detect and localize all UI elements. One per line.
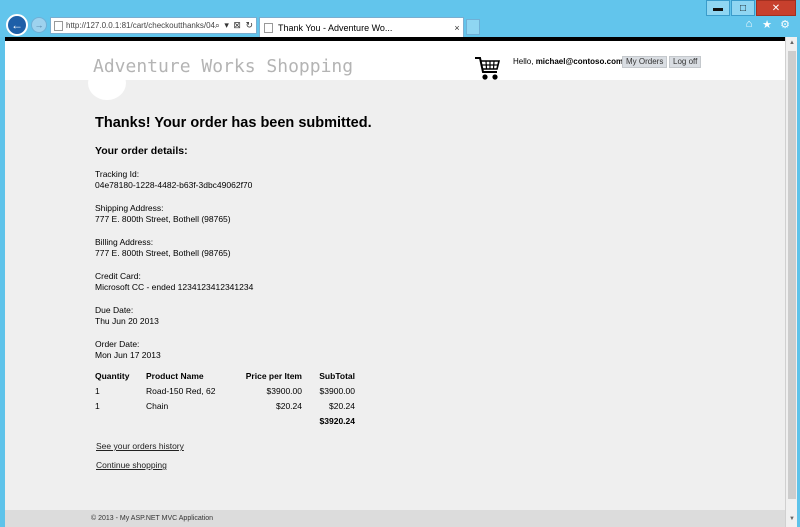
column-header-price: Price per Item: [245, 371, 302, 381]
tracking-id-field: Tracking Id: 04e78180-1228-4482-b63f-3db…: [95, 169, 695, 191]
site-title[interactable]: Adventure Works Shopping: [93, 56, 353, 77]
field-value: Microsoft CC - ended 1234123412341234: [95, 282, 254, 292]
shopping-cart-icon: [475, 57, 501, 80]
close-button[interactable]: ✕: [756, 0, 796, 16]
empty-cell: [230, 416, 302, 431]
field-label: Shipping Address:: [95, 203, 164, 213]
gear-icon[interactable]: ⚙: [778, 18, 792, 31]
cell-quantity: 1: [95, 386, 100, 396]
field-value: 777 E. 800th Street, Bothell (98765): [95, 214, 231, 224]
favorites-star-icon[interactable]: ★: [760, 18, 774, 31]
cell-price: $3900.00: [266, 386, 302, 396]
table-row: 1 Road-150 Red, 62 $3900.00 $3900.00: [95, 386, 355, 401]
main-content: Thanks! Your order has been submitted. Y…: [95, 115, 695, 470]
minimize-button[interactable]: ▬: [706, 0, 730, 16]
address-tools[interactable]: ⌕ ▾ ⊠ ↻: [215, 20, 256, 31]
order-date-field: Order Date: Mon Jun 17 2013: [95, 339, 695, 361]
due-date-field: Due Date: Thu Jun 20 2013: [95, 305, 695, 327]
credit-card-field: Credit Card: Microsoft CC - ended 123412…: [95, 271, 695, 293]
cell-subtotal: $20.24: [329, 401, 355, 411]
address-url[interactable]: http://127.0.0.1:81/cart/checkoutthanks/…: [66, 21, 215, 30]
field-label: Credit Card:: [95, 271, 141, 281]
shipping-address-field: Shipping Address: 777 E. 800th Street, B…: [95, 203, 695, 225]
billing-address-field: Billing Address: 777 E. 800th Street, Bo…: [95, 237, 695, 259]
field-value: 04e78180-1228-4482-b63f-3dbc49062f70: [95, 180, 253, 190]
continue-shopping-link[interactable]: Continue shopping: [96, 460, 695, 470]
field-value: 777 E. 800th Street, Bothell (98765): [95, 248, 231, 258]
column-header-subtotal: SubTotal: [319, 371, 355, 381]
address-bar[interactable]: http://127.0.0.1:81/cart/checkoutthanks/…: [50, 17, 257, 34]
cell-product: Road-150 Red, 62: [146, 386, 216, 396]
table-row: 1 Chain $20.24 $20.24: [95, 401, 355, 416]
field-label: Tracking Id:: [95, 169, 140, 179]
cell-quantity: 1: [95, 401, 100, 411]
page-icon: [54, 20, 63, 31]
vertical-scrollbar[interactable]: ▲ ▼: [785, 37, 797, 527]
field-value: Thu Jun 20 2013: [95, 316, 159, 326]
field-value: Mon Jun 17 2013: [95, 350, 161, 360]
maximize-button[interactable]: □: [731, 0, 755, 16]
cell-product: Chain: [146, 401, 169, 411]
orders-history-link[interactable]: See your orders history: [96, 441, 695, 451]
field-label: Due Date:: [95, 305, 134, 315]
arrow-right-icon: →: [34, 20, 44, 30]
column-header-quantity: Quantity: [95, 371, 130, 381]
page-viewport: Adventure Works Shopping Hello, michael@…: [5, 37, 785, 527]
my-orders-button[interactable]: My Orders: [622, 56, 668, 68]
field-label: Billing Address:: [95, 237, 154, 247]
table-header-row: Quantity Product Name Price per Item Sub…: [95, 371, 355, 386]
greeting: Hello, michael@contoso.com!: [513, 57, 626, 66]
forward-button[interactable]: →: [31, 17, 47, 33]
footer-copyright: © 2013 - My ASP.NET MVC Application: [91, 515, 214, 522]
browser-toolbar-icons: ⌂ ★ ⚙: [738, 18, 792, 31]
scroll-down-button[interactable]: ▼: [787, 513, 797, 525]
order-total: $3920.24: [319, 416, 355, 426]
field-label: Order Date:: [95, 339, 140, 349]
page-title: Thanks! Your order has been submitted.: [95, 115, 372, 131]
order-items-table: Quantity Product Name Price per Item Sub…: [95, 371, 355, 431]
page-icon: [264, 22, 273, 33]
back-button[interactable]: ←: [6, 14, 28, 36]
site-footer: © 2013 - My ASP.NET MVC Application: [5, 510, 785, 527]
tab-title: Thank You - Adventure Wo...: [278, 22, 393, 33]
tab-thank-you[interactable]: Thank You - Adventure Wo... ×: [259, 17, 464, 37]
cell-price: $20.24: [276, 401, 302, 411]
scroll-thumb[interactable]: [788, 51, 796, 499]
arrow-left-icon: ←: [11, 18, 23, 32]
scroll-up-button[interactable]: ▲: [787, 37, 797, 49]
column-header-product: Product Name: [146, 371, 204, 381]
log-off-button[interactable]: Log off: [669, 56, 702, 68]
total-row: $3920.24: [95, 416, 355, 431]
cell-subtotal: $3900.00: [319, 386, 355, 396]
greeting-prefix: Hello,: [513, 57, 536, 66]
order-details-heading: Your order details:: [95, 145, 188, 157]
empty-cell: [95, 416, 146, 431]
window-controls: ▬ □ ✕: [705, 0, 796, 16]
site-header: Adventure Works Shopping Hello, michael@…: [5, 41, 785, 100]
new-tab-button[interactable]: [466, 19, 480, 35]
empty-cell: [146, 416, 230, 431]
user-name[interactable]: michael@contoso.com!: [536, 57, 626, 66]
browser-chrome: ▬ □ ✕ ← → http://127.0.0.1:81/cart/check…: [0, 0, 800, 37]
home-icon[interactable]: ⌂: [742, 18, 756, 31]
tab-close-icon[interactable]: ×: [451, 23, 463, 33]
